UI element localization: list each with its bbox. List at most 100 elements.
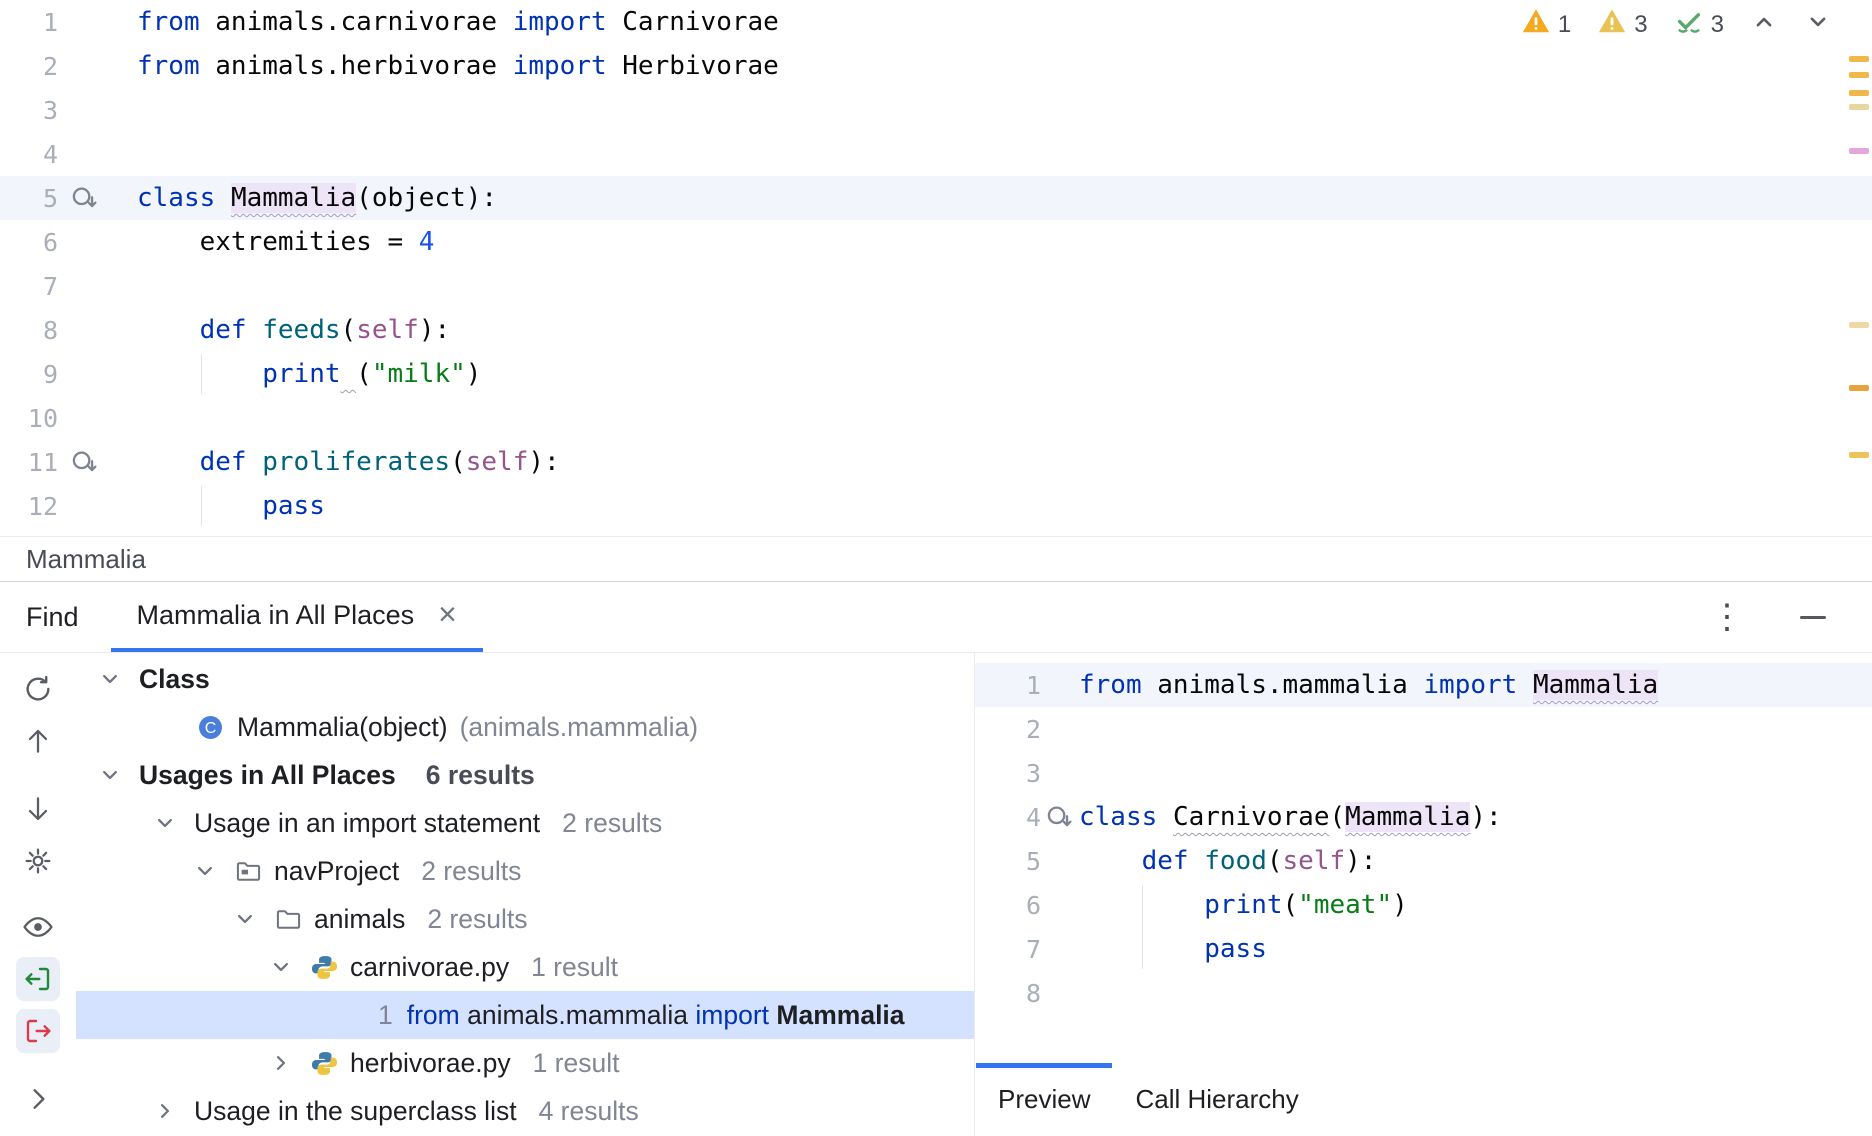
line-number[interactable]: 8 <box>975 979 1041 1008</box>
chevron-down-icon[interactable] <box>232 906 274 932</box>
find-header: Find Mammalia in All Places × ⋮ <box>0 582 1872 653</box>
code-line-6[interactable]: 6 print("meat") <box>975 883 1872 927</box>
code-token: Carnivorae <box>607 7 779 37</box>
code-line-9[interactable]: 9 print ("milk") <box>0 352 1872 396</box>
tree-row-usage-in-an-import-statement[interactable]: Usage in an import statement2 results <box>76 799 974 847</box>
code-line-3[interactable]: 3 <box>975 751 1872 795</box>
expand-more-icon[interactable] <box>16 1077 60 1121</box>
code-line-6[interactable]: 6 extremities = 4 <box>0 220 1872 264</box>
tab-mammalia-in-all-places[interactable]: Mammalia in All Places × <box>111 582 483 652</box>
code-line-7[interactable]: 7 <box>0 264 1872 308</box>
tree-row-usage-in-the-superclass-list[interactable]: Usage in the superclass list4 results <box>76 1087 974 1135</box>
line-number[interactable]: 3 <box>975 759 1041 788</box>
line-number[interactable]: 7 <box>0 272 58 301</box>
line-number[interactable]: 7 <box>975 935 1041 964</box>
python-icon <box>310 1049 350 1078</box>
more-options-icon[interactable]: ⋮ <box>1710 600 1744 634</box>
tree-row-usages-in-all-places[interactable]: Usages in All Places6 results <box>76 751 974 799</box>
code-line-4[interactable]: 4class Carnivorae(Mammalia): <box>975 795 1872 839</box>
stripe-mark[interactable] <box>1849 56 1869 62</box>
stripe-mark[interactable] <box>1849 322 1869 328</box>
code-line-7[interactable]: 7 pass <box>975 927 1872 971</box>
line-number[interactable]: 10 <box>0 404 58 433</box>
chevron-down-icon[interactable] <box>97 666 139 692</box>
code-line-10[interactable]: 10 <box>0 396 1872 440</box>
line-number[interactable]: 5 <box>0 184 58 213</box>
code-line-8[interactable]: 8 def feeds(self): <box>0 308 1872 352</box>
line-number[interactable]: 3 <box>0 96 58 125</box>
preview-editor-lines: 1from animals.mammalia import Mammalia 2 3… <box>975 653 1872 1015</box>
code-line-5[interactable]: 5 def food(self): <box>975 839 1872 883</box>
line-number[interactable]: 5 <box>975 847 1041 876</box>
result-count: 6 results <box>426 760 535 791</box>
preview-toggle-icon[interactable] <box>16 905 60 949</box>
line-number[interactable]: 9 <box>0 360 58 389</box>
line-number[interactable]: 2 <box>975 715 1041 744</box>
error-stripe[interactable] <box>1846 0 1872 537</box>
scroll-to-source-icon[interactable] <box>16 957 60 1001</box>
chevron-down-icon[interactable] <box>268 954 310 980</box>
line-number[interactable]: 4 <box>0 140 58 169</box>
minimize-icon[interactable] <box>1800 616 1826 619</box>
tree-row-usage-result[interactable]: 1from animals.mammalia import Mammalia <box>76 991 974 1039</box>
line-number[interactable]: 6 <box>0 228 58 257</box>
stripe-mark[interactable] <box>1849 452 1869 458</box>
tree-row-class[interactable]: Class <box>76 655 974 703</box>
next-occurrence-icon[interactable] <box>16 787 60 831</box>
code-line-11[interactable]: 11 def proliferates(self): <box>0 440 1872 484</box>
stripe-mark[interactable] <box>1849 104 1869 110</box>
line-number[interactable]: 1 <box>975 671 1041 700</box>
exclude-icon[interactable] <box>16 1009 60 1053</box>
code-line-1[interactable]: 1from animals.mammalia import Mammalia <box>975 663 1872 707</box>
code-line-2[interactable]: 2 <box>975 707 1872 751</box>
previous-problem-button[interactable] <box>1750 8 1778 41</box>
tree-row-carnivorae-py[interactable]: carnivorae.py1 result <box>76 943 974 991</box>
tree-row-herbivorae-py[interactable]: herbivorae.py1 result <box>76 1039 974 1087</box>
code-line-8[interactable]: 8 <box>975 971 1872 1015</box>
tab-preview[interactable]: Preview <box>976 1063 1112 1136</box>
chevron-right-icon[interactable] <box>268 1050 310 1076</box>
code-token: class <box>1079 802 1157 832</box>
stripe-mark[interactable] <box>1849 385 1869 391</box>
inspections-ok-indicator[interactable]: 3 <box>1674 6 1724 43</box>
line-number[interactable]: 6 <box>975 891 1041 920</box>
code-line-3[interactable]: 3 <box>0 88 1872 132</box>
tree-label: Usage in an import statement <box>194 808 540 839</box>
chevron-down-icon[interactable] <box>152 810 194 836</box>
code-line-5[interactable]: 5class Mammalia(object): <box>0 176 1872 220</box>
warnings-strong-indicator[interactable]: 1 <box>1521 6 1571 43</box>
tab-call-hierarchy[interactable]: Call Hierarchy <box>1113 1063 1320 1136</box>
stripe-mark[interactable] <box>1849 90 1869 96</box>
tree-row-mammalia-object[interactable]: CMammalia(object)(animals.mammalia) <box>76 703 974 751</box>
code-line-12[interactable]: 12 pass <box>0 484 1872 528</box>
code-line-2[interactable]: 2from animals.herbivorae import Herbivor… <box>0 44 1872 88</box>
previous-occurrence-icon[interactable] <box>16 719 60 763</box>
chevron-down-icon[interactable] <box>192 858 234 884</box>
chevron-right-icon[interactable] <box>152 1098 194 1124</box>
tree-row-navproject[interactable]: navProject2 results <box>76 847 974 895</box>
chevron-up-icon <box>1750 8 1778 41</box>
chevron-down-icon[interactable] <box>97 762 139 788</box>
stripe-mark[interactable] <box>1849 72 1869 78</box>
line-number[interactable]: 8 <box>0 316 58 345</box>
refresh-icon[interactable] <box>16 667 60 711</box>
tree-row-animals[interactable]: animals2 results <box>76 895 974 943</box>
line-number[interactable]: 1 <box>0 8 58 37</box>
breadcrumb-item[interactable]: Mammalia <box>26 544 146 575</box>
settings-icon[interactable] <box>16 839 60 883</box>
close-icon[interactable]: × <box>438 598 457 630</box>
gutter: 2 <box>0 44 137 88</box>
next-problem-button[interactable] <box>1804 8 1832 41</box>
overridden-marker-icon[interactable] <box>70 184 110 213</box>
overridden-marker-icon[interactable] <box>70 448 110 477</box>
stripe-mark[interactable] <box>1849 148 1869 154</box>
line-number[interactable]: 4 <box>975 803 1041 832</box>
line-number[interactable]: 11 <box>0 448 58 477</box>
code-line-4[interactable]: 4 <box>0 132 1872 176</box>
overridden-marker-icon[interactable] <box>1045 803 1077 832</box>
code-token: ) <box>1392 890 1408 920</box>
warnings-weak-indicator[interactable]: 3 <box>1597 6 1647 43</box>
line-number[interactable]: 12 <box>0 492 58 521</box>
line-number[interactable]: 2 <box>0 52 58 81</box>
code-text: extremities = 4 <box>137 227 434 257</box>
